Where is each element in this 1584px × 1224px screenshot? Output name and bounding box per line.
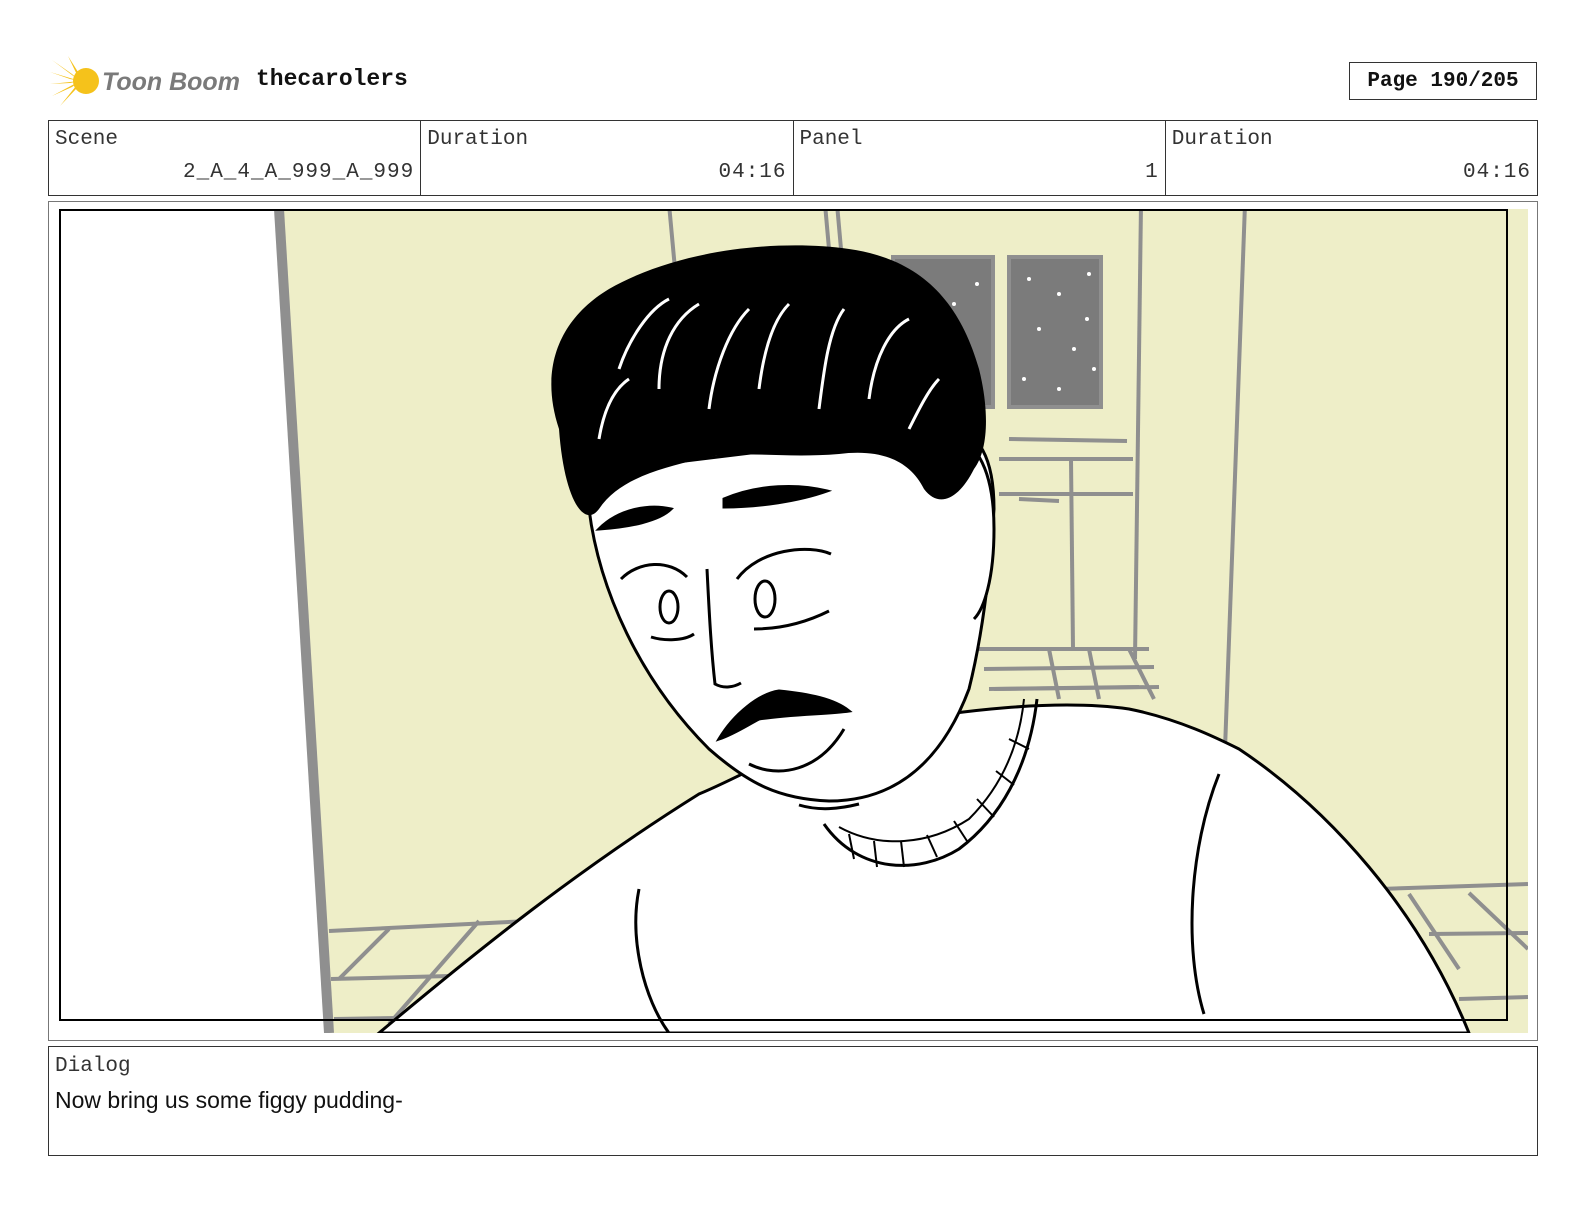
sun-burst-icon xyxy=(50,56,99,106)
info-row: Scene 2_A_4_A_999_A_999 Duration 04:16 P… xyxy=(48,120,1538,196)
dialog-box: Dialog Now bring us some figgy pudding- xyxy=(48,1046,1538,1156)
panel-duration-label: Duration xyxy=(1171,128,1273,151)
dialog-label: Dialog xyxy=(55,1055,131,1078)
panel-duration-cell: Duration 04:16 xyxy=(1166,121,1537,195)
scene-duration-cell: Duration 04:16 xyxy=(421,121,794,195)
project-title: thecarolers xyxy=(256,66,408,92)
panel-value: 1 xyxy=(1145,161,1159,184)
scene-duration-value: 04:16 xyxy=(718,161,787,184)
scene-value: 2_A_4_A_999_A_999 xyxy=(183,161,415,184)
scene-label: Scene xyxy=(55,128,119,151)
panel-duration-value: 04:16 xyxy=(1462,161,1531,184)
scene-duration-label: Duration xyxy=(427,128,529,151)
storyboard-panel-image xyxy=(59,209,1528,1033)
toon-boom-logo: Toon Boom xyxy=(50,54,240,108)
panel-label: Panel xyxy=(799,128,863,151)
scene-cell: Scene 2_A_4_A_999_A_999 xyxy=(49,121,422,195)
logo-wordmark: Toon Boom xyxy=(102,68,240,96)
panel-cell: Panel 1 xyxy=(794,121,1166,195)
dialog-text: Now bring us some figgy pudding- xyxy=(55,1087,403,1113)
page-indicator: Page 190/205 xyxy=(1349,62,1537,100)
